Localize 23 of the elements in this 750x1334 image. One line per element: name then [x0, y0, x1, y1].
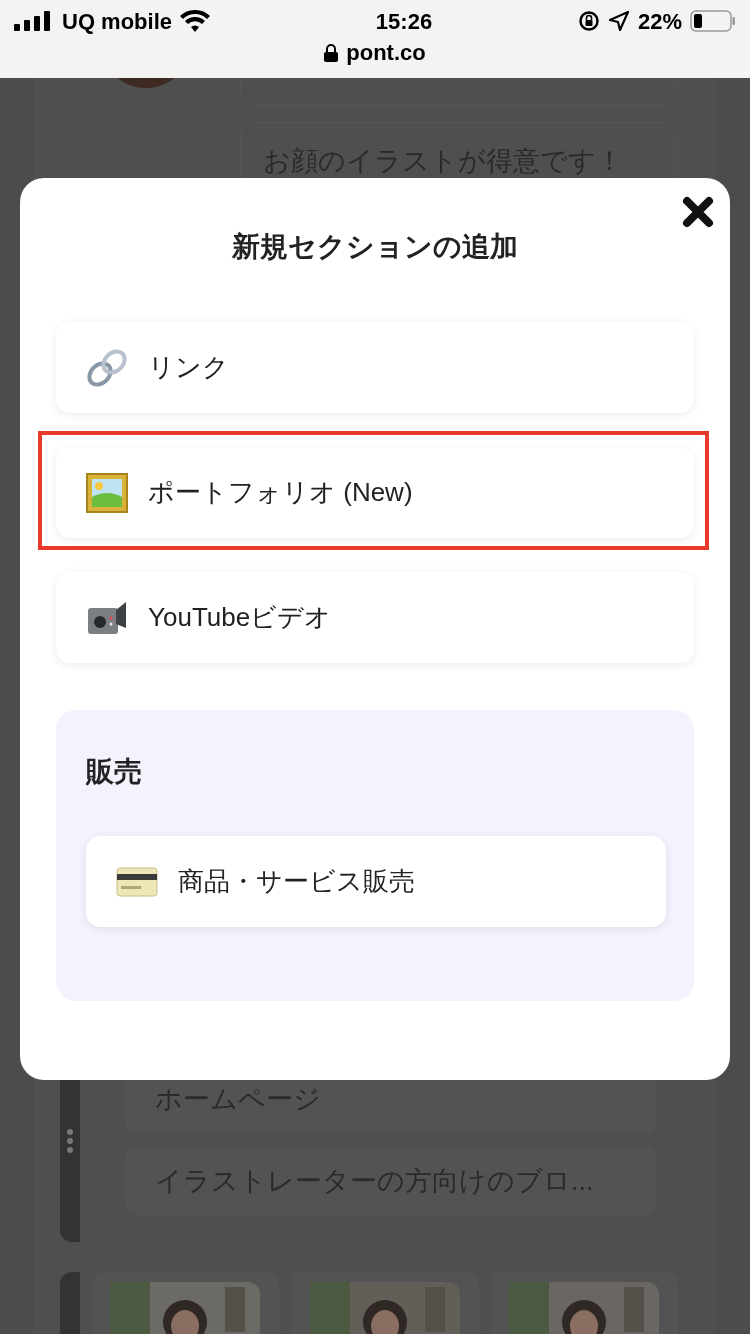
- drag-handle-icon[interactable]: [67, 1129, 73, 1153]
- section-option[interactable]: リンク: [56, 322, 694, 413]
- rotation-lock-icon: [577, 10, 600, 32]
- carrier-name: UQ mobile: [62, 7, 172, 36]
- sale-heading: 販売: [86, 755, 143, 789]
- portfolio-card[interactable]: [291, 1272, 479, 1334]
- address-bar[interactable]: pont.co: [324, 36, 426, 69]
- modal-title: 新規セクションの追加: [231, 230, 519, 264]
- lock-icon: [324, 43, 339, 62]
- chain-link-icon: [86, 347, 128, 388]
- portfolio-card[interactable]: [490, 1272, 678, 1334]
- section-option[interactable]: 商品・サービス販売: [86, 836, 666, 927]
- side-bar: [60, 1272, 80, 1334]
- credit-card-icon: [116, 866, 158, 897]
- portfolio-card[interactable]: [91, 1272, 280, 1334]
- clock-time: 15:26: [375, 7, 433, 36]
- wifi-icon: [180, 10, 210, 32]
- section-option[interactable]: YouTubeビデオ: [56, 572, 694, 663]
- section-option[interactable]: ポートフォリオ (New): [56, 447, 694, 538]
- battery-percent: 22%: [637, 7, 682, 36]
- location-arrow-icon: [607, 10, 630, 32]
- framed-picture-icon: [86, 472, 128, 513]
- battery-icon: [690, 10, 736, 32]
